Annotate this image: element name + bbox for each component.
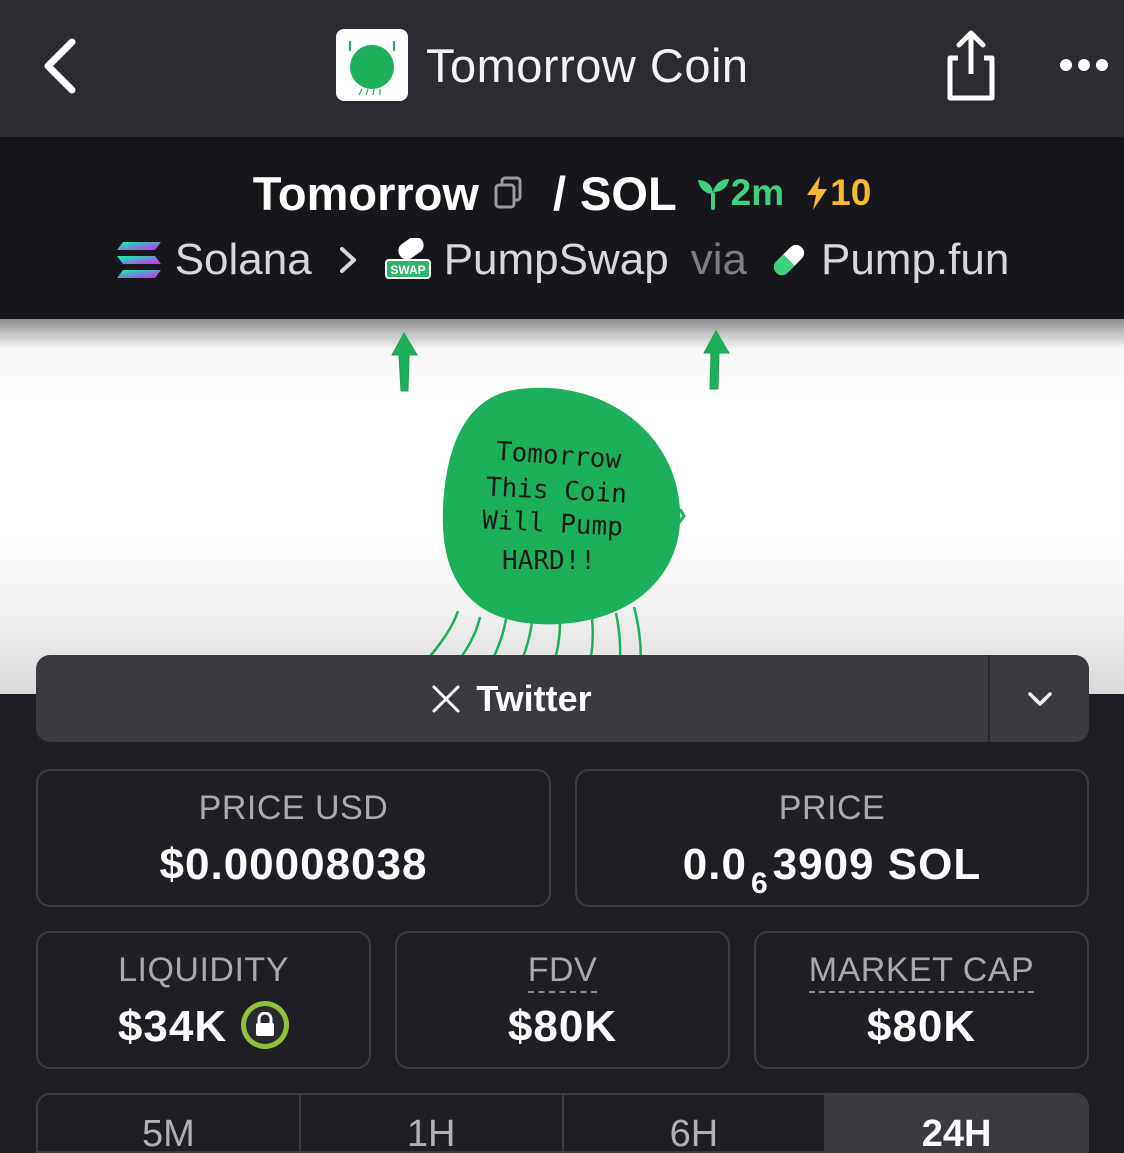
more-options-button[interactable]: [1054, 46, 1114, 84]
tab-24h[interactable]: 24H: [826, 1095, 1087, 1151]
price-sol-card: PRICE 0.0 63909 SOL: [575, 769, 1089, 907]
more-horizontal-icon: [1060, 59, 1108, 71]
page-header: Tomorrow Coin: [336, 29, 749, 101]
market-cap-value: $80K: [866, 1002, 977, 1051]
price-sol-unit: SOL: [887, 840, 982, 889]
top-nav-bar: Tomorrow Coin: [0, 0, 1124, 137]
price-sol-value: 0.0 63909 SOL: [577, 840, 1087, 900]
boost-count: 10: [830, 172, 872, 213]
launchpad-name[interactable]: Pump.fun: [821, 235, 1009, 285]
tab-6h[interactable]: 6H: [564, 1095, 827, 1151]
pair-age: 2m: [730, 172, 785, 213]
liquidity-card: LIQUIDITY $34K: [36, 931, 371, 1069]
fdv-card: FDV $80K: [395, 931, 730, 1069]
price-usd-value: $0.00008038: [159, 840, 428, 889]
tab-5m[interactable]: 5M: [38, 1095, 301, 1151]
chain-link[interactable]: [115, 240, 163, 280]
coin-text-line4: HARD!!: [502, 546, 596, 576]
chevron-down-icon: [1027, 691, 1052, 706]
lightning-icon: [807, 176, 828, 210]
x-logo-icon: [432, 685, 460, 712]
page-title: Tomorrow Coin: [426, 38, 749, 92]
share-icon: [947, 30, 995, 101]
breadcrumb: Solana SWAP PumpSwap via Pump.fun: [0, 232, 1124, 288]
sprout-icon: [697, 179, 729, 210]
price-usd-label: PRICE USD: [198, 789, 389, 827]
quote-token-name: SOL: [580, 166, 677, 220]
price-label: PRICE: [778, 789, 886, 827]
chevron-left-icon: [44, 38, 76, 94]
fdv-label[interactable]: FDV: [527, 951, 598, 993]
market-cap-card: MARKET CAP $80K: [754, 931, 1089, 1069]
liquidity-locked-badge[interactable]: [241, 1001, 290, 1050]
breadcrumb-separator: [338, 245, 358, 275]
dex-name[interactable]: PumpSwap: [444, 235, 669, 285]
pair-title: Tomorrow / SOL 2m 10: [0, 162, 1124, 224]
social-dropdown-button[interactable]: [990, 655, 1089, 742]
share-button[interactable]: [938, 28, 1004, 102]
price-sol-zero-count: 6: [750, 867, 769, 900]
coin-artwork: Tomorrow This Coin Will Pump HARD!!: [391, 329, 730, 678]
chain-name[interactable]: Solana: [175, 235, 312, 285]
lock-icon: [256, 1012, 275, 1037]
chevron-right-icon: [339, 247, 356, 273]
via-label: via: [690, 235, 747, 284]
boost-badge[interactable]: 10: [804, 172, 871, 214]
liquidity-value: $34K: [117, 1002, 228, 1051]
copy-icon: [494, 176, 522, 208]
pumpswap-icon: SWAP: [384, 238, 431, 279]
launchpad-link[interactable]: [769, 240, 809, 280]
price-usd-card: PRICE USD $0.00008038: [36, 769, 551, 907]
coin-logo-icon: [349, 41, 395, 96]
fdv-value: $80K: [507, 1002, 618, 1051]
pill-icon: [773, 244, 805, 276]
pair-separator: /: [552, 166, 567, 220]
price-sol-prefix: 0.0: [682, 840, 747, 889]
base-token-name: Tomorrow: [252, 166, 479, 220]
tab-1h[interactable]: 1H: [301, 1095, 564, 1151]
back-button[interactable]: [30, 32, 90, 100]
social-link-selector: Twitter: [36, 655, 1089, 742]
token-logo[interactable]: [336, 29, 408, 101]
twitter-link-button[interactable]: Twitter: [36, 655, 988, 742]
market-cap-label[interactable]: MARKET CAP: [808, 951, 1035, 993]
pair-age-badge: 2m: [695, 172, 784, 214]
timeframe-tabs: 5M 1H 6H 24H: [36, 1093, 1089, 1153]
twitter-label: Twitter: [476, 677, 592, 719]
solana-icon: [116, 242, 161, 278]
copy-address-button[interactable]: [493, 166, 523, 221]
token-banner-image: Tomorrow This Coin Will Pump HARD!!: [0, 319, 1124, 694]
dex-link[interactable]: SWAP: [384, 238, 432, 282]
price-sol-digits: 3909: [772, 840, 875, 889]
svg-text:SWAP: SWAP: [390, 263, 425, 277]
liquidity-label: LIQUIDITY: [118, 951, 289, 989]
liquidity-value-row: $34K: [38, 1001, 369, 1053]
